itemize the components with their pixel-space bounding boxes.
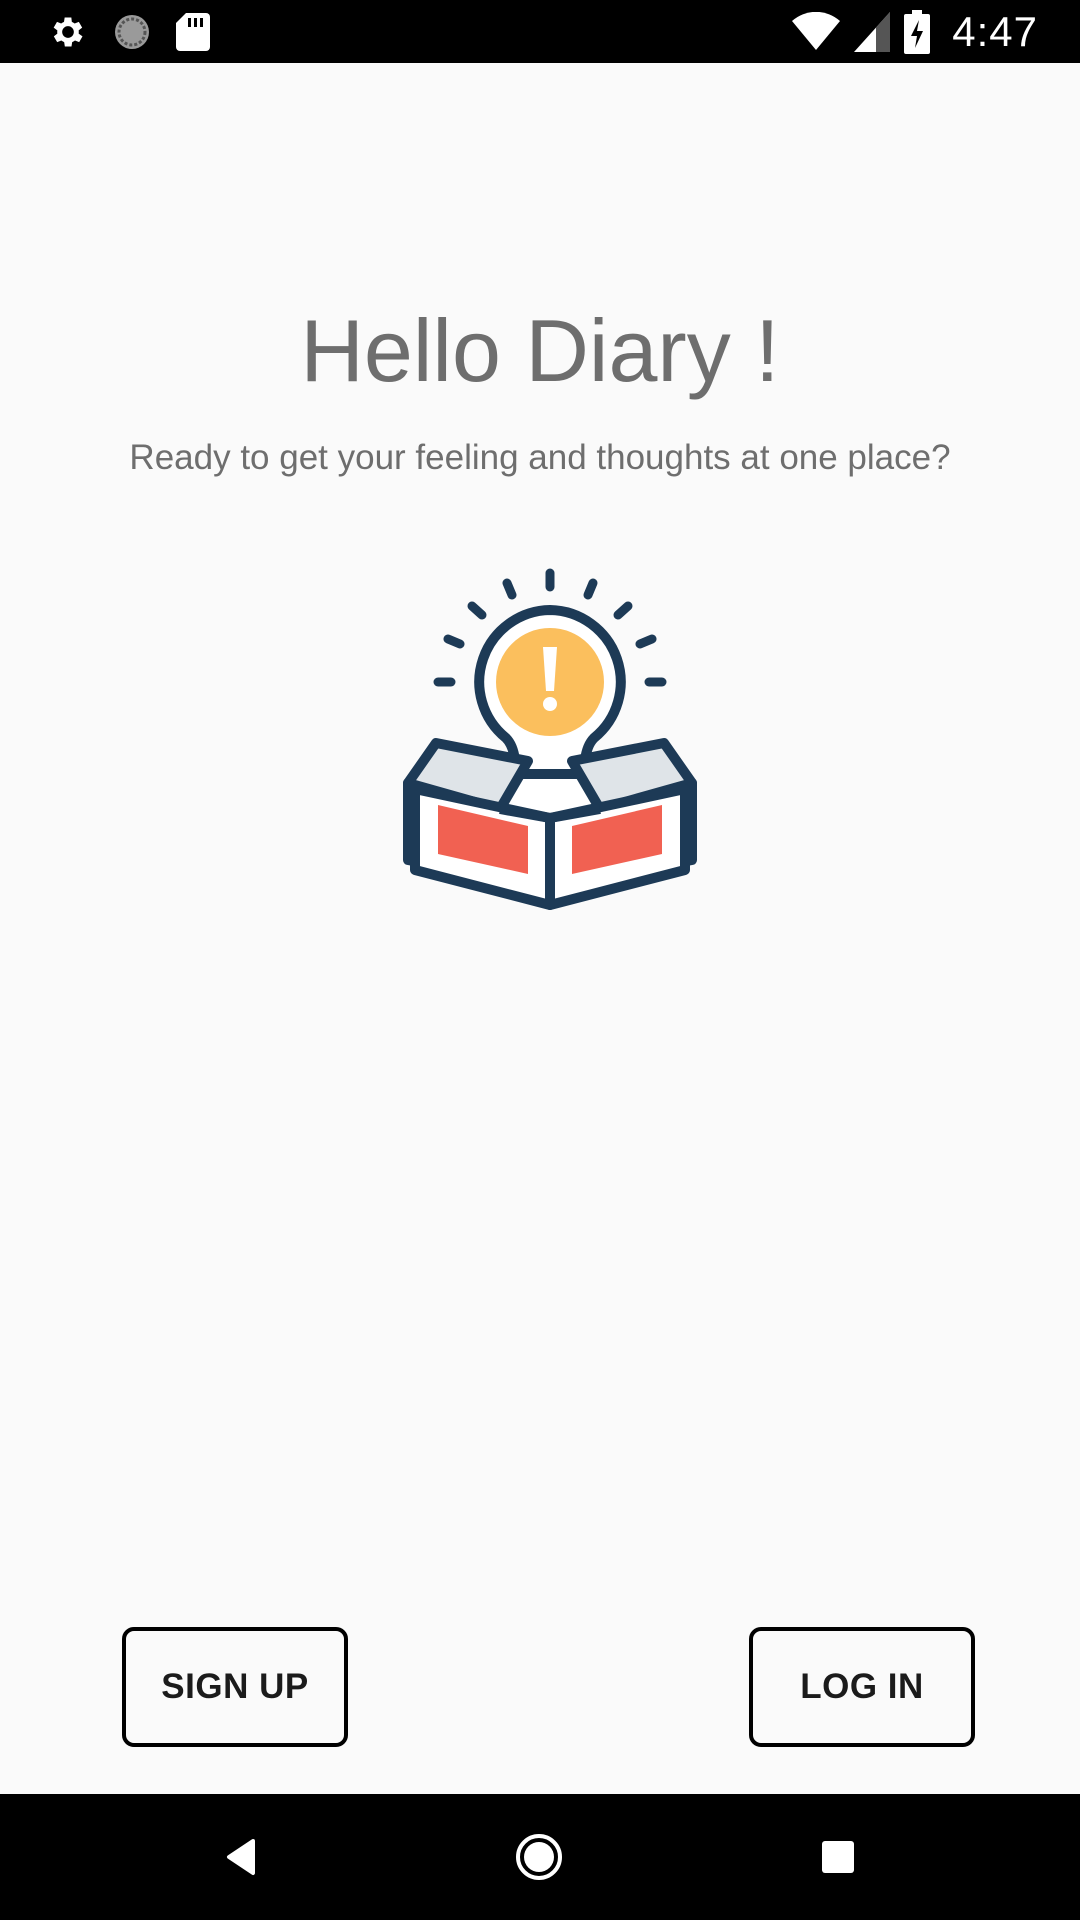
status-bar-right: 4:47: [778, 8, 1038, 56]
sync-icon: [112, 12, 152, 52]
back-icon[interactable]: [208, 1824, 274, 1890]
sign-up-button[interactable]: SIGN UP: [122, 1627, 348, 1747]
idea-box-illustration: [380, 565, 720, 910]
battery-charging-icon: [904, 10, 931, 54]
page-title: Hello Diary !: [300, 301, 780, 400]
sd-card-icon: [176, 13, 210, 51]
navigation-bar: [0, 1794, 1080, 1920]
status-bar-clock: 4:47: [952, 8, 1038, 55]
log-in-button[interactable]: LOG IN: [749, 1627, 975, 1747]
status-bar-left: [48, 11, 234, 53]
settings-icon: [48, 12, 88, 52]
recents-icon[interactable]: [805, 1824, 871, 1890]
cell-signal-icon: [854, 12, 891, 52]
page-subtitle: Ready to get your feeling and thoughts a…: [129, 438, 951, 477]
home-icon[interactable]: [506, 1824, 572, 1890]
wifi-icon: [792, 12, 841, 52]
status-bar: 4:47: [0, 0, 1080, 63]
